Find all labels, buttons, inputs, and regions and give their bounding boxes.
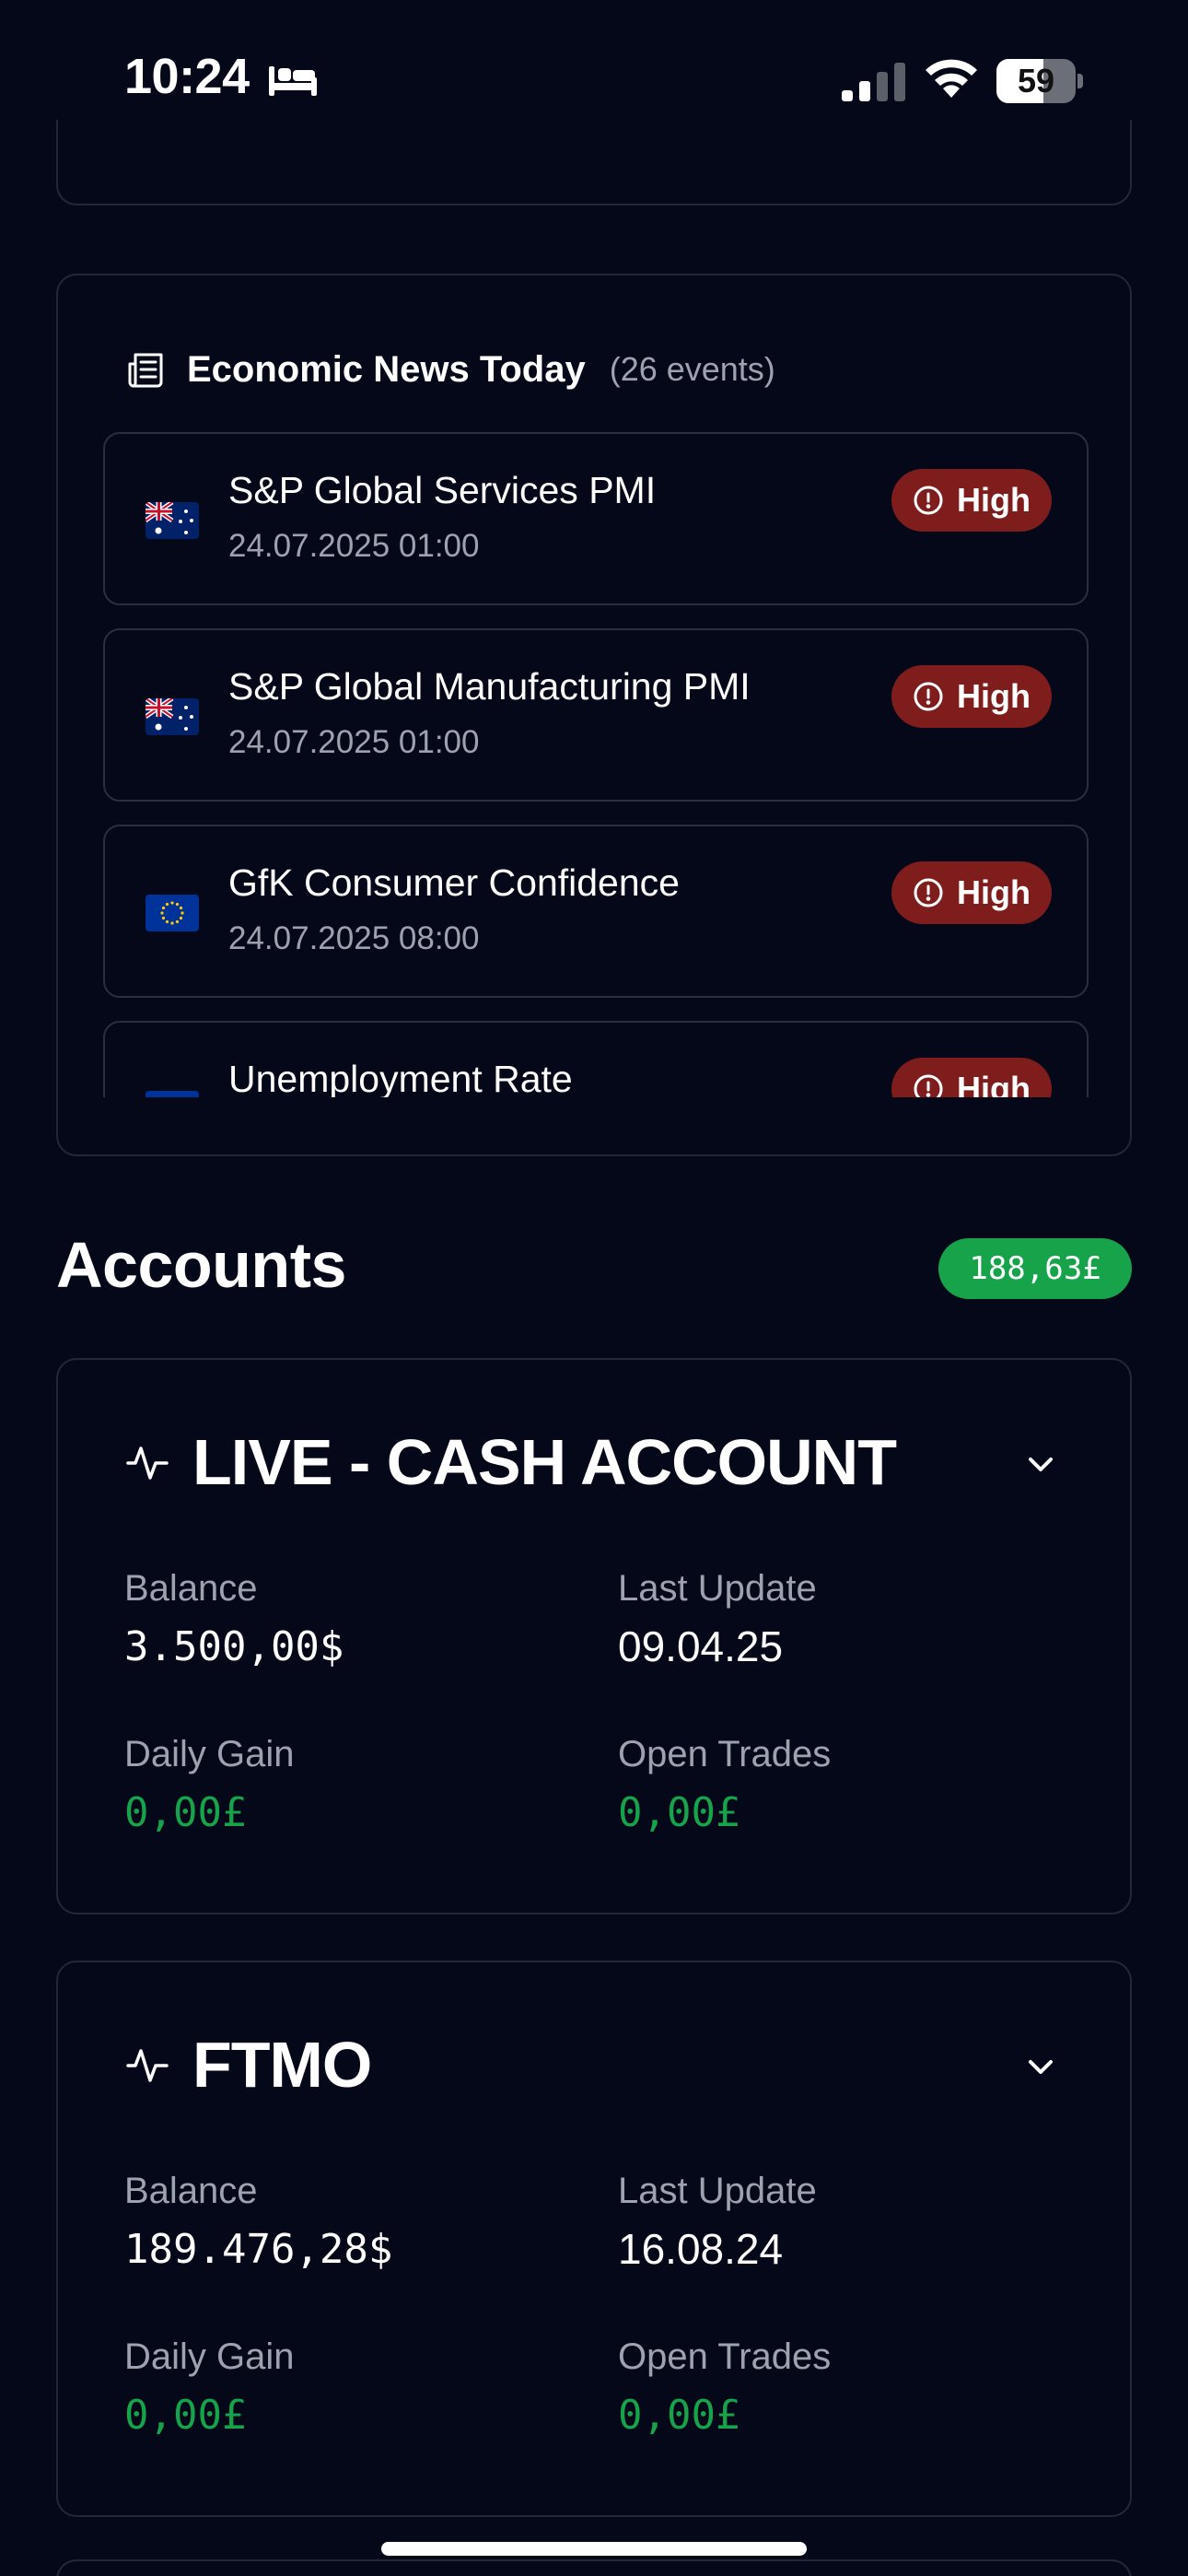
account-header: LIVE - CASH ACCOUNT — [124, 1424, 897, 1500]
impact-label: High — [957, 873, 1031, 911]
news-list[interactable]: S&P Global Services PMI 24.07.2025 01:00 H… — [103, 432, 1089, 1097]
news-item-name: GfK Consumer Confidence — [228, 861, 680, 904]
activity-icon — [126, 2049, 169, 2082]
home-indicator[interactable] — [381, 2542, 807, 2556]
account-header: FTMO — [124, 2027, 372, 2102]
impact-badge: High — [891, 665, 1052, 728]
news-item-date: 24.07.2025 08:00 — [228, 920, 480, 956]
news-title: Economic News Today — [187, 348, 586, 390]
news-item[interactable]: Unemployment Rate High — [103, 1021, 1089, 1097]
alert-circle-icon — [914, 486, 943, 515]
last-update-label: Last Update — [618, 1568, 817, 1609]
impact-label: High — [957, 481, 1031, 519]
balance-label: Balance — [124, 1568, 258, 1609]
cellular-signal-icon — [842, 63, 905, 101]
account-name: FTMO — [192, 2029, 372, 2101]
news-item-name: S&P Global Services PMI — [228, 469, 657, 511]
impact-badge: High — [891, 469, 1052, 532]
activity-icon — [126, 1446, 169, 1480]
flag-european-union-icon — [146, 1091, 199, 1097]
impact-badge: High — [891, 861, 1052, 924]
daily-gain-value: 0,00£ — [124, 1789, 247, 1836]
last-update-value: 09.04.25 — [618, 1622, 784, 1670]
news-item[interactable]: S&P Global Manufacturing PMI 24.07.2025 0… — [103, 628, 1089, 802]
chevron-down-icon[interactable] — [1023, 2055, 1058, 2078]
bed-icon — [269, 66, 317, 96]
accounts-title: Accounts — [56, 1229, 346, 1301]
wifi-icon — [926, 59, 977, 98]
battery-level: 59 — [1017, 62, 1055, 100]
flag-australia-icon — [146, 502, 199, 539]
battery-indicator: 59 — [996, 59, 1083, 103]
daily-gain-value: 0,00£ — [124, 2392, 247, 2439]
app-screen: 10:24 59 Economic News Today (26 events)… — [0, 0, 1188, 2576]
alert-circle-icon — [914, 1074, 943, 1097]
account-card[interactable]: LIVE - CASH ACCOUNT Balance 3.500,00$ Last … — [56, 1358, 1132, 1914]
news-header: Economic News Today (26 events) — [126, 346, 775, 392]
flag-australia-icon — [146, 698, 199, 735]
news-item[interactable]: S&P Global Services PMI 24.07.2025 01:00 H… — [103, 432, 1089, 605]
balance-value: 189.476,28$ — [124, 2226, 393, 2273]
open-trades-label: Open Trades — [618, 1734, 832, 1774]
last-update-value: 16.08.24 — [618, 2225, 784, 2273]
news-item-date: 24.07.2025 01:00 — [228, 528, 480, 564]
balance-value: 3.500,00$ — [124, 1623, 344, 1670]
impact-label: High — [957, 677, 1031, 715]
news-item-name: S&P Global Manufacturing PMI — [228, 665, 751, 708]
accounts-total-badge: 188,63£ — [938, 1238, 1132, 1299]
flag-european-union-icon — [146, 895, 199, 931]
balance-label: Balance — [124, 2171, 258, 2211]
news-count: (26 events) — [609, 350, 775, 388]
open-trades-label: Open Trades — [618, 2336, 832, 2377]
open-trades-value: 0,00£ — [618, 2392, 740, 2439]
news-item-date: 24.07.2025 01:00 — [228, 724, 480, 760]
last-update-label: Last Update — [618, 2171, 817, 2211]
status-time: 10:24 — [124, 49, 250, 104]
daily-gain-label: Daily Gain — [124, 2336, 295, 2377]
next-account-card[interactable] — [56, 2559, 1132, 2576]
alert-circle-icon — [914, 682, 943, 711]
alert-circle-icon — [914, 878, 943, 907]
impact-label: High — [957, 1070, 1031, 1097]
newspaper-icon — [128, 353, 163, 388]
chevron-down-icon[interactable] — [1023, 1452, 1058, 1476]
previous-card — [56, 120, 1132, 205]
account-card[interactable]: FTMO Balance 189.476,28$ Last Update 16.08.2… — [56, 1961, 1132, 2517]
account-name: LIVE - CASH ACCOUNT — [192, 1426, 897, 1498]
impact-badge: High — [891, 1058, 1052, 1097]
daily-gain-label: Daily Gain — [124, 1734, 295, 1774]
economic-news-card: Economic News Today (26 events) S&P Glob… — [56, 274, 1132, 1156]
news-item-name: Unemployment Rate — [228, 1058, 573, 1097]
news-item[interactable]: GfK Consumer Confidence 24.07.2025 08:00 H… — [103, 825, 1089, 998]
open-trades-value: 0,00£ — [618, 1789, 740, 1836]
